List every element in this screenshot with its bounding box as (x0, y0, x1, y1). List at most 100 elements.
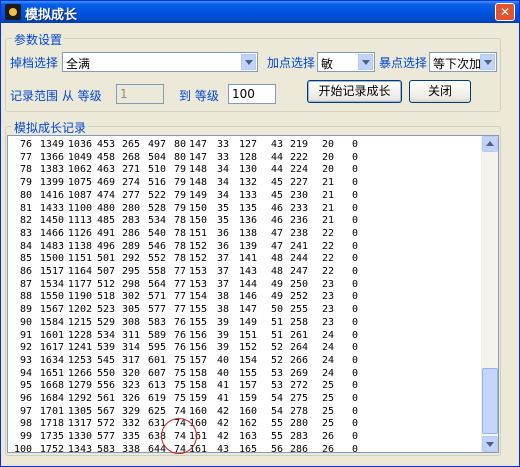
table-cell: 0 (351, 164, 358, 176)
table-cell: 98 (19, 418, 32, 430)
close-button[interactable]: 关闭 (409, 80, 471, 103)
table-row[interactable]: 80 1416 1087 474 277 522 79 149 34 133 45 230 21 0 (8, 190, 408, 203)
table-cell: 45 (270, 177, 283, 189)
table-row[interactable]: 99 1735 1330 577 335 638 74 161 42 163 55 283 26 0 (8, 431, 408, 444)
table-row[interactable]: 97 1701 1305 567 329 625 74 160 42 160 54 278 25 0 (8, 406, 408, 419)
table-cell: 156 (188, 342, 207, 354)
table-cell: 0 (351, 253, 358, 265)
table-cell: 0 (351, 202, 358, 214)
table-row[interactable]: 82 1450 1113 485 283 534 78 150 35 136 46 236 21 0 (8, 215, 408, 228)
chevron-down-icon[interactable] (241, 54, 256, 70)
table-row[interactable]: 84 1483 1138 496 289 546 78 152 36 139 47 241 22 0 (8, 241, 408, 254)
table-cell: 463 (96, 164, 115, 176)
scroll-down-icon[interactable] (482, 436, 498, 452)
range-from-field[interactable]: 1 (116, 84, 164, 104)
title-bar[interactable]: 模拟成长 ✕ (1, 1, 519, 23)
table-cell: 1500 (39, 253, 64, 265)
table-cell: 1177 (67, 278, 92, 290)
table-cell: 23 (321, 316, 334, 328)
app-icon (5, 4, 21, 20)
table-cell: 100 (13, 443, 32, 453)
table-cell: 39 (216, 329, 229, 341)
table-cell: 247 (289, 266, 308, 277)
table-row[interactable]: 98 1718 1317 572 332 631 74 160 42 162 55 280 25 0 (8, 418, 408, 431)
bonus-select[interactable]: 敏 (317, 52, 375, 72)
table-cell: 47 (270, 240, 283, 252)
table-cell: 49 (270, 291, 283, 303)
grade-select[interactable]: 全满 (62, 52, 258, 72)
table-cell: 1517 (39, 266, 64, 277)
table-cell: 157 (238, 380, 257, 392)
table-row[interactable]: 76 1349 1036 453 265 497 80 147 33 127 43 219 20 0 (8, 139, 408, 152)
table-cell: 81 (19, 202, 32, 214)
table-cell: 250 (289, 278, 308, 290)
table-cell: 0 (351, 342, 358, 354)
table-cell: 230 (289, 189, 308, 201)
table-cell: 595 (147, 342, 166, 354)
table-row[interactable]: 86 1517 1164 507 295 558 77 153 37 143 48 247 22 0 (8, 266, 408, 279)
chevron-down-icon[interactable] (358, 54, 373, 70)
table-cell: 76 (173, 316, 186, 328)
records-list[interactable]: 76 1349 1036 453 265 497 80 147 33 127 43 219 20 0 77 1… (7, 135, 499, 453)
table-row[interactable]: 77 1366 1049 458 268 504 80 147 33 128 44 222 20 0 (8, 152, 408, 165)
table-cell: 0 (351, 215, 358, 227)
table-row[interactable]: 93 1634 1253 545 317 601 75 157 40 154 52 266 24 0 (8, 355, 408, 368)
table-cell: 1062 (67, 164, 92, 176)
table-cell: 0 (351, 278, 358, 290)
table-cell: 38 (216, 291, 229, 303)
table-cell: 289 (121, 240, 140, 252)
range-label: 记录范围 从 等级 (10, 89, 102, 103)
table-cell: 522 (147, 189, 166, 201)
table-cell: 583 (147, 316, 166, 328)
table-row[interactable]: 85 1500 1151 501 292 552 78 152 37 141 48 244 22 0 (8, 253, 408, 266)
table-cell: 76 (19, 139, 32, 150)
table-cell: 1383 (39, 164, 64, 176)
table-row[interactable]: 88 1550 1190 518 302 571 77 154 38 146 49 252 23 0 (8, 291, 408, 304)
table-cell: 86 (19, 266, 32, 277)
table-cell: 1617 (39, 342, 64, 354)
table-cell: 283 (121, 215, 140, 227)
crit-select[interactable]: 等下次加 (429, 52, 497, 72)
table-cell: 1343 (67, 443, 92, 453)
table-cell: 529 (96, 316, 115, 328)
table-cell: 160 (238, 405, 257, 417)
table-cell: 571 (147, 291, 166, 303)
table-cell: 34 (216, 189, 229, 201)
table-cell: 540 (147, 227, 166, 239)
table-cell: 36 (216, 227, 229, 239)
chevron-down-icon[interactable] (480, 54, 495, 70)
table-row[interactable]: 81 1433 1100 480 280 528 79 150 35 135 46 233 21 0 (8, 203, 408, 216)
scroll-up-icon[interactable] (482, 136, 498, 152)
table-cell: 268 (121, 151, 140, 163)
table-row[interactable]: 89 1567 1202 523 305 577 77 155 38 147 50 255 23 0 (8, 304, 408, 317)
table-row[interactable]: 96 1684 1292 561 326 619 75 159 41 159 54 275 25 0 (8, 393, 408, 406)
scroll-thumb[interactable] (482, 368, 498, 434)
table-cell: 1701 (39, 405, 64, 417)
table-cell: 26 (321, 443, 334, 453)
window-close-button[interactable]: ✕ (495, 3, 515, 21)
table-cell: 607 (147, 367, 166, 379)
table-row[interactable]: 87 1534 1177 512 298 564 77 153 37 144 49 250 23 0 (8, 279, 408, 292)
range-to-label: 到 等级 (179, 89, 219, 103)
vertical-scrollbar[interactable] (481, 136, 498, 452)
table-cell: 238 (289, 227, 308, 239)
table-row[interactable]: 83 1466 1126 491 286 540 78 151 36 138 47 238 22 0 (8, 228, 408, 241)
table-row[interactable]: 91 1601 1228 534 311 589 76 156 39 151 51 261 24 0 (8, 330, 408, 343)
table-row[interactable]: 92 1617 1241 539 314 595 76 156 39 152 52 264 24 0 (8, 342, 408, 355)
range-to-field[interactable]: 100 (228, 84, 276, 104)
table-cell: 25 (321, 393, 334, 404)
table-cell: 162 (238, 418, 257, 430)
table-cell: 135 (238, 202, 257, 214)
table-cell: 158 (188, 380, 207, 392)
table-cell: 96 (19, 393, 32, 404)
table-row[interactable]: 95 1668 1279 556 323 613 75 158 41 157 53 272 25 0 (8, 380, 408, 393)
table-row[interactable]: 94 1651 1266 550 320 607 75 158 40 155 53 269 24 0 (8, 368, 408, 381)
table-row[interactable]: 100 1752 1343 583 338 644 74 161 43 165 56 286 26 0 (8, 443, 408, 453)
table-row[interactable]: 90 1584 1215 529 308 583 76 155 39 149 51 258 23 0 (8, 317, 408, 330)
table-row[interactable]: 78 1383 1062 463 271 510 79 148 34 130 44 224 20 0 (8, 164, 408, 177)
table-cell: 265 (121, 139, 140, 150)
table-cell: 41 (216, 380, 229, 392)
start-record-button[interactable]: 开始记录成长 (307, 80, 402, 103)
table-cell: 33 (216, 151, 229, 163)
table-row[interactable]: 79 1399 1075 469 274 516 79 148 34 132 45 227 21 0 (8, 177, 408, 190)
